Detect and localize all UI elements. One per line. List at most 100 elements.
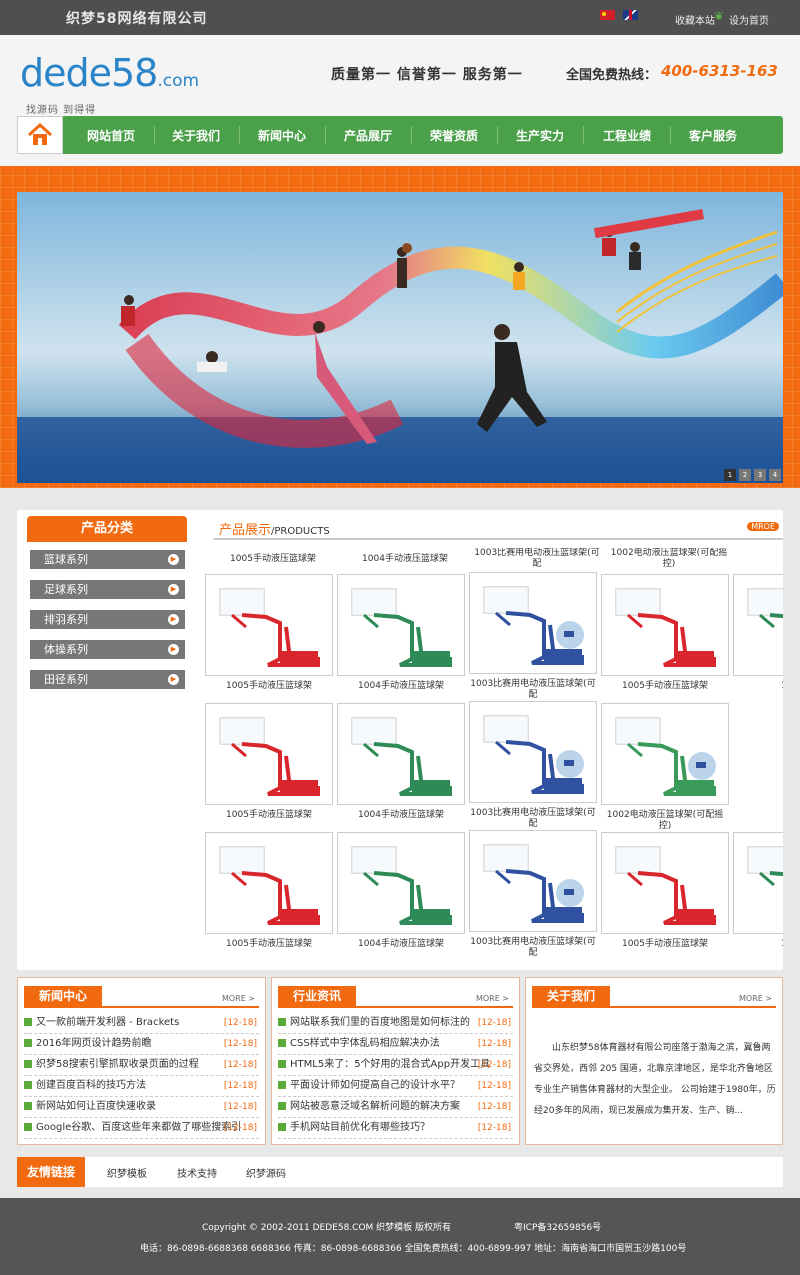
news-item-title[interactable]: 网站被恶意泛域名解析问题的解决方案: [290, 1101, 460, 1112]
product-card[interactable]: 1004手动液压篮球架: [337, 703, 465, 821]
product-image[interactable]: [469, 572, 597, 674]
news-item[interactable]: 织梦58搜索引擎抓取收录页面的过程 [12-18]: [24, 1055, 259, 1076]
hero-banner[interactable]: 1 2 3 4: [17, 192, 783, 483]
logo[interactable]: dede58.com 找源码 到得得: [20, 53, 199, 116]
product-card[interactable]: 1002电动液压篮球架(可配摇控): [601, 703, 729, 832]
product-image[interactable]: [337, 574, 465, 676]
news-item-title[interactable]: 织梦58搜索引擎抓取收录页面的过程: [36, 1059, 199, 1070]
set-home-link[interactable]: 设为首页: [729, 12, 769, 27]
news-item[interactable]: CSS样式中字体乱码相应解决办法 [12-18]: [278, 1034, 513, 1055]
banner-dot-4[interactable]: 4: [769, 469, 781, 481]
product-caption[interactable]: 1005手动液压篮球架: [601, 681, 729, 692]
news-item[interactable]: 平面设计师如何提高自己的设计水平？ [12-18]: [278, 1076, 513, 1097]
product-image[interactable]: [601, 703, 729, 805]
product-card[interactable]: 1004手: [733, 832, 783, 950]
product-card[interactable]: 1005手动液压篮球架: [205, 832, 333, 950]
news-item[interactable]: 创建百度百科的技巧方法 [12-18]: [24, 1076, 259, 1097]
product-caption[interactable]: 1004手动液压篮球架: [337, 810, 465, 821]
news-item[interactable]: 新网站如何让百度快速收录 [12-18]: [24, 1097, 259, 1118]
news-item-title[interactable]: 创建百度百科的技巧方法: [36, 1080, 146, 1091]
product-image[interactable]: [205, 574, 333, 676]
banner-dot-2[interactable]: 2: [739, 469, 751, 481]
news-item-title[interactable]: 新网站如何让百度快速收录: [36, 1101, 156, 1112]
product-image[interactable]: [601, 574, 729, 676]
product-card[interactable]: 1003比赛用电动液压篮球架(可配: [469, 572, 597, 701]
news-item-title[interactable]: CSS样式中字体乱码相应解决办法: [290, 1038, 440, 1049]
news-item[interactable]: 网站被恶意泛域名解析问题的解决方案 [12-18]: [278, 1097, 513, 1118]
product-caption[interactable]: 1004手: [733, 681, 783, 692]
nav-item-products[interactable]: 产品展厅: [344, 127, 392, 144]
favorite-link[interactable]: 收藏本站: [675, 12, 715, 27]
product-caption-partial[interactable]: 1005手动液压篮球架: [209, 554, 337, 565]
product-caption[interactable]: 1005手动液压篮球架: [601, 939, 729, 950]
news-item-title[interactable]: HTML5来了：5个好用的混合式App开发工具: [290, 1059, 490, 1070]
category-item-athletics[interactable]: 田径系列 ▶: [30, 670, 185, 689]
product-card[interactable]: 1005手动液压篮球架: [601, 574, 729, 692]
product-image[interactable]: [733, 832, 783, 934]
news-item-title[interactable]: 网站联系我们里的百度地图是如何标注的: [290, 1017, 470, 1028]
product-caption[interactable]: 1003比赛用电动液压篮球架(可配: [469, 679, 597, 701]
product-image[interactable]: [469, 830, 597, 932]
product-card[interactable]: 1004手动液压篮球架: [337, 832, 465, 950]
news-item[interactable]: Google谷歌、百度这些年来都做了哪些搜索引 [12-18]: [24, 1118, 259, 1139]
product-image[interactable]: [205, 703, 333, 805]
news-item-title[interactable]: 2016年网页设计趋势前瞻: [36, 1038, 151, 1049]
products-more-button[interactable]: MROE: [747, 522, 779, 531]
product-image[interactable]: [337, 703, 465, 805]
news-item[interactable]: 又一款前端开发利器 - Brackets [12-18]: [24, 1013, 259, 1034]
product-card[interactable]: 1005手动液压篮球架: [205, 703, 333, 821]
banner-dot-1[interactable]: 1: [724, 469, 736, 481]
product-caption[interactable]: 1004手动液压篮球架: [337, 681, 465, 692]
banner-dot-3[interactable]: 3: [754, 469, 766, 481]
product-image[interactable]: [205, 832, 333, 934]
home-icon[interactable]: [17, 116, 63, 154]
friend-link[interactable]: 技术支持: [177, 1165, 217, 1180]
chinese-flag-icon[interactable]: [600, 10, 615, 20]
product-card[interactable]: 1004手: [733, 574, 783, 692]
english-flag-icon[interactable]: [623, 10, 638, 20]
news-item[interactable]: 2016年网页设计趋势前瞻 [12-18]: [24, 1034, 259, 1055]
product-caption[interactable]: 1005手动液压篮球架: [205, 810, 333, 821]
nav-item-about[interactable]: 关于我们: [172, 127, 220, 144]
about-more-link[interactable]: MORE >: [739, 994, 772, 1003]
friend-link[interactable]: 织梦源码: [246, 1165, 286, 1180]
product-image[interactable]: [469, 701, 597, 803]
nav-item-production[interactable]: 生产实力: [516, 127, 564, 144]
category-item-gymnastics[interactable]: 体操系列 ▶: [30, 640, 185, 659]
nav-item-honors[interactable]: 荣誉资质: [430, 127, 478, 144]
news-item-title[interactable]: 手机网站目前优化有哪些技巧？: [290, 1122, 430, 1133]
product-caption[interactable]: 1003比赛用电动液压篮球架(可配: [469, 937, 597, 959]
product-card[interactable]: 1003比赛用电动液压篮球架(可配: [469, 830, 597, 959]
news-more-link[interactable]: MORE >: [222, 994, 255, 1003]
product-caption-partial[interactable]: 1003比赛用电动液压篮球架(可配: [473, 548, 601, 568]
nav-item-service[interactable]: 客户服务: [689, 127, 737, 144]
icp-number[interactable]: 粤ICP备32659856号: [514, 1220, 601, 1233]
product-caption-partial[interactable]: 1002电动液压篮球架(可配摇控): [605, 548, 733, 568]
category-item-football[interactable]: 足球系列 ▶: [30, 580, 185, 599]
product-caption[interactable]: 1004手动液压篮球架: [337, 939, 465, 950]
news-item[interactable]: 手机网站目前优化有哪些技巧？ [12-18]: [278, 1118, 513, 1139]
product-image[interactable]: [337, 832, 465, 934]
product-caption[interactable]: 1002电动液压篮球架(可配摇控): [601, 810, 729, 832]
friend-link[interactable]: 织梦模板: [107, 1165, 147, 1180]
news-item-title[interactable]: Google谷歌、百度这些年来都做了哪些搜索引: [36, 1122, 241, 1133]
product-caption[interactable]: 1005手动液压篮球架: [205, 939, 333, 950]
news-item[interactable]: HTML5来了：5个好用的混合式App开发工具 [12-18]: [278, 1055, 513, 1076]
nav-item-news[interactable]: 新闻中心: [258, 127, 306, 144]
product-card[interactable]: 1004手动液压篮球架: [337, 574, 465, 692]
category-item-basketball[interactable]: 篮球系列 ▶: [30, 550, 185, 569]
news-item-title[interactable]: 平面设计师如何提高自己的设计水平？: [290, 1080, 460, 1091]
product-image[interactable]: [601, 832, 729, 934]
product-caption[interactable]: 1004手: [733, 939, 783, 950]
news-item-title[interactable]: 又一款前端开发利器 - Brackets: [36, 1017, 179, 1028]
industry-more-link[interactable]: MORE >: [476, 994, 509, 1003]
nav-item-home[interactable]: 网站首页: [87, 127, 135, 144]
product-caption[interactable]: 1005手动液压篮球架: [205, 681, 333, 692]
product-caption-partial[interactable]: 1004手动液压篮球架: [341, 554, 469, 565]
product-image[interactable]: [733, 574, 783, 676]
category-item-volleyball[interactable]: 排羽系列 ▶: [30, 610, 185, 629]
product-card[interactable]: 1005手动液压篮球架: [205, 574, 333, 692]
product-card[interactable]: 1005手动液压篮球架: [601, 832, 729, 950]
news-item[interactable]: 网站联系我们里的百度地图是如何标注的 [12-18]: [278, 1013, 513, 1034]
product-caption[interactable]: 1003比赛用电动液压篮球架(可配: [469, 808, 597, 830]
